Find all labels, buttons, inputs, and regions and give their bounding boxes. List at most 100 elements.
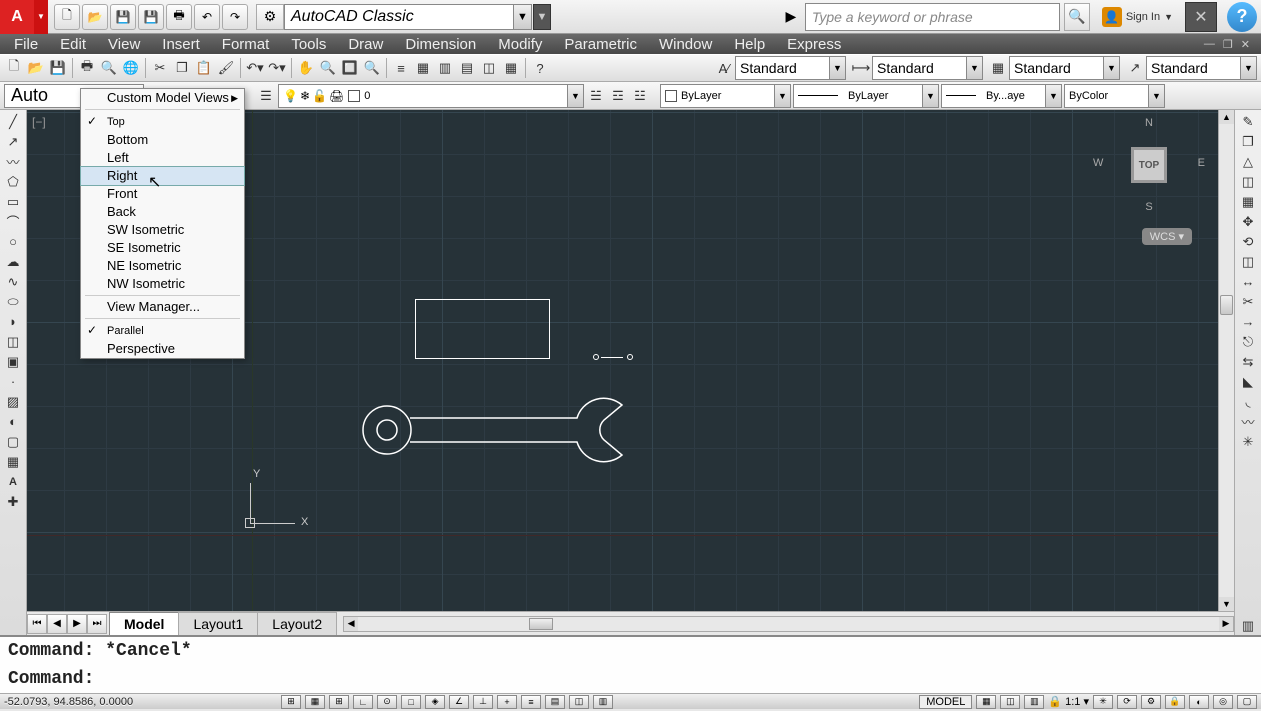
tb-copy-icon[interactable]: ❐ [172, 58, 192, 78]
tab-nav-last-icon[interactable]: ⏭ [87, 614, 107, 634]
sb-ducs-icon[interactable]: ⊥ [473, 695, 493, 709]
command-window[interactable]: Command: *Cancel* Command: [0, 635, 1261, 693]
tb-publish-icon[interactable]: 🌐 [121, 58, 141, 78]
modify-explode-icon[interactable]: ✳ [1238, 432, 1258, 451]
mleaderstyle-dropdown[interactable]: ▼ [1241, 56, 1257, 80]
sb-ortho-icon[interactable]: ∟ [353, 695, 373, 709]
tab-nav-first-icon[interactable]: ⏮ [27, 614, 47, 634]
draw-polygon-icon[interactable]: ⬠ [3, 172, 23, 191]
sb-hardware-icon[interactable]: ◐ [1189, 695, 1209, 709]
layer-manager-icon[interactable]: ☰ [256, 86, 276, 106]
sb-dyn-icon[interactable]: + [497, 695, 517, 709]
tb-properties-icon[interactable]: ≡ [391, 58, 411, 78]
modify-move-icon[interactable]: ✥ [1238, 212, 1258, 231]
tb-match-icon[interactable]: 🖌 [216, 58, 236, 78]
tb-open-icon[interactable]: 📂 [26, 58, 46, 78]
cm-view-nw-iso[interactable]: NW Isometric [81, 275, 244, 293]
tb-plot-icon[interactable]: 🖶 [77, 58, 97, 78]
plotstyle-select[interactable]: ByColor [1064, 84, 1149, 108]
search-input[interactable]: Type a keyword or phrase [805, 3, 1060, 31]
sb-model-space[interactable]: MODEL [919, 695, 972, 709]
workspace-icon[interactable]: ⚙ [256, 4, 284, 30]
linetype-dropdown[interactable]: ▼ [923, 84, 939, 108]
cm-parallel[interactable]: ✓Parallel [81, 321, 244, 340]
modify-copy-icon[interactable]: ❐ [1238, 132, 1258, 151]
exchange-icon[interactable]: ✕ [1185, 2, 1217, 32]
textstyle-icon[interactable]: A⁄ [713, 57, 735, 79]
tb-zoom-rt-icon[interactable]: 🔍 [318, 58, 338, 78]
doc-restore-icon[interactable]: ❐ [1220, 38, 1236, 51]
modify-trim-icon[interactable]: ✂ [1238, 292, 1258, 311]
help-icon[interactable]: ? [1227, 2, 1257, 32]
menu-window[interactable]: Window [649, 34, 722, 55]
cm-view-bottom[interactable]: Bottom [81, 131, 244, 149]
tablestyle-icon[interactable]: ▦ [987, 57, 1009, 79]
viewport-label[interactable]: [−] [32, 115, 46, 129]
draw-gradient-icon[interactable]: ◐ [3, 412, 23, 431]
tb-paste-icon[interactable]: 📋 [194, 58, 214, 78]
sb-grid-icon[interactable]: ⊞ [329, 695, 349, 709]
cm-perspective[interactable]: Perspective [81, 340, 244, 358]
qat-save-icon[interactable]: 💾 [110, 4, 136, 30]
tablestyle-dropdown[interactable]: ▼ [1104, 56, 1120, 80]
sb-infer-icon[interactable]: ⊞ [281, 695, 301, 709]
sb-qvdwg-icon[interactable]: ▥ [1024, 695, 1044, 709]
sb-osnap-icon[interactable]: □ [401, 695, 421, 709]
menu-insert[interactable]: Insert [152, 34, 210, 55]
qat-undo-icon[interactable]: ↶ [194, 4, 220, 30]
sb-qp-icon[interactable]: ◫ [569, 695, 589, 709]
menu-express[interactable]: Express [777, 34, 851, 55]
menu-draw[interactable]: Draw [338, 34, 393, 55]
lineweight-select[interactable]: By...aye [941, 84, 1046, 108]
sign-in-button[interactable]: 👤 Sign In ▼ [1094, 7, 1181, 27]
draw-mtext-icon[interactable]: A [3, 472, 23, 491]
sb-isolate-icon[interactable]: ◎ [1213, 695, 1233, 709]
horizontal-scrollbar[interactable]: ◀ ▶ [343, 616, 1234, 632]
modify-rotate-icon[interactable]: ⟲ [1238, 232, 1258, 251]
textstyle-dropdown[interactable]: ▼ [830, 56, 846, 80]
draw-circle-icon[interactable]: ○ [3, 232, 23, 251]
tb-pan-icon[interactable]: ✋ [296, 58, 316, 78]
menu-edit[interactable]: Edit [50, 34, 96, 55]
draw-arc-icon[interactable]: ⌒ [3, 212, 23, 231]
workspace-dropdown[interactable]: ▼ [514, 4, 532, 30]
draw-rectangle-icon[interactable]: ▭ [3, 192, 23, 211]
plotstyle-dropdown[interactable]: ▼ [1149, 84, 1165, 108]
draw-addselected-icon[interactable]: ✚ [3, 492, 23, 511]
sb-otrack-icon[interactable]: ∠ [449, 695, 469, 709]
modify-mirror-icon[interactable]: △ [1238, 152, 1258, 171]
view-cube[interactable]: N W TOP E S [1099, 115, 1199, 215]
dimstyle-icon[interactable]: ⟼ [850, 57, 872, 79]
tb-preview-icon[interactable]: 🔍 [99, 58, 119, 78]
textstyle-select[interactable]: Standard [735, 56, 830, 80]
tb-design-center-icon[interactable]: ▦ [413, 58, 433, 78]
tab-nav-prev-icon[interactable]: ◀ [47, 614, 67, 634]
mleaderstyle-icon[interactable]: ↗ [1124, 57, 1146, 79]
draw-ellipse-icon[interactable]: ⬭ [3, 292, 23, 311]
tb-tool-palettes-icon[interactable]: ▥ [435, 58, 455, 78]
draw-hatch-icon[interactable]: ▨ [3, 392, 23, 411]
sb-snap-icon[interactable]: ▦ [305, 695, 325, 709]
command-prompt[interactable]: Command: [0, 665, 1261, 693]
qat-saveas-icon[interactable]: 💾 [138, 4, 164, 30]
wcs-badge[interactable]: WCS ▾ [1142, 228, 1192, 245]
cm-view-se-iso[interactable]: SE Isometric [81, 239, 244, 257]
tb-sheet-set-icon[interactable]: ▤ [457, 58, 477, 78]
menu-help[interactable]: Help [724, 34, 775, 55]
sb-ws-icon[interactable]: ⚙ [1141, 695, 1161, 709]
color-dropdown[interactable]: ▼ [775, 84, 791, 108]
tb-save-icon[interactable]: 💾 [48, 58, 68, 78]
sb-clean-icon[interactable]: ▢ [1237, 695, 1257, 709]
menu-parametric[interactable]: Parametric [554, 34, 647, 55]
draw-line-icon[interactable]: ╱ [3, 112, 23, 131]
modify-extend-icon[interactable]: → [1238, 312, 1258, 331]
cm-custom-views[interactable]: Custom Model Views [81, 89, 244, 107]
tb-zoom-win-icon[interactable]: 🔲 [340, 58, 360, 78]
tb-cut-icon[interactable]: ✂ [150, 58, 170, 78]
modify-blend-icon[interactable]: 〰 [1238, 412, 1258, 431]
modify-scale-icon[interactable]: ◫ [1238, 252, 1258, 271]
mleaderstyle-select[interactable]: Standard [1146, 56, 1241, 80]
tab-layout2[interactable]: Layout2 [257, 612, 337, 635]
draw-point-icon[interactable]: · [3, 372, 23, 391]
modify-erase-icon[interactable]: ✎ [1238, 112, 1258, 131]
